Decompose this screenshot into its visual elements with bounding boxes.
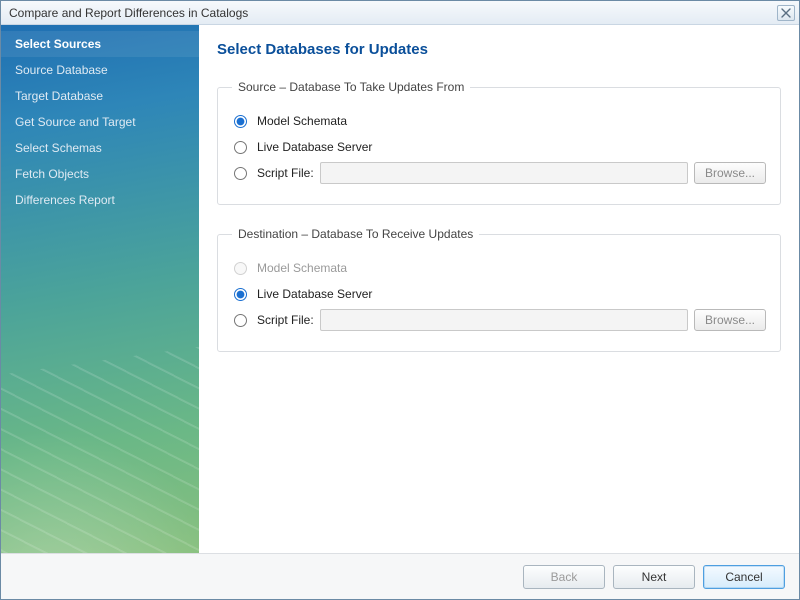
source-label-model: Model Schemata: [257, 114, 347, 128]
sidebar-item-label: Select Schemas: [15, 141, 102, 155]
source-radio-model[interactable]: [234, 115, 247, 128]
sidebar-item-label: Target Database: [15, 89, 103, 103]
source-browse-button: Browse...: [694, 162, 766, 184]
source-option-script-row: Script File: Browse...: [232, 162, 766, 184]
cancel-button[interactable]: Cancel: [703, 565, 785, 589]
destination-option-live-row: Live Database Server: [232, 283, 766, 305]
sidebar-item-label: Differences Report: [15, 193, 115, 207]
source-radio-live[interactable]: [234, 141, 247, 154]
sidebar-item-source-database[interactable]: Source Database: [1, 57, 199, 83]
close-button[interactable]: [777, 5, 795, 21]
source-label-script: Script File:: [257, 166, 314, 180]
source-group-legend: Source – Database To Take Updates From: [232, 80, 470, 94]
destination-script-path-input: [320, 309, 688, 331]
destination-label-script: Script File:: [257, 313, 314, 327]
page-title: Select Databases for Updates: [217, 41, 781, 58]
source-label-live: Live Database Server: [257, 140, 372, 154]
sidebar-item-label: Get Source and Target: [15, 115, 136, 129]
destination-browse-button: Browse...: [694, 309, 766, 331]
sidebar-item-select-schemas[interactable]: Select Schemas: [1, 135, 199, 161]
source-script-path-input: [320, 162, 688, 184]
sidebar-item-select-sources[interactable]: Select Sources: [1, 31, 199, 57]
sidebar-item-target-database[interactable]: Target Database: [1, 83, 199, 109]
sidebar-item-get-source-target[interactable]: Get Source and Target: [1, 109, 199, 135]
destination-radio-live[interactable]: [234, 288, 247, 301]
destination-group: Destination – Database To Receive Update…: [217, 227, 781, 352]
source-group: Source – Database To Take Updates From M…: [217, 80, 781, 205]
titlebar: Compare and Report Differences in Catalo…: [1, 1, 799, 25]
destination-radio-script[interactable]: [234, 314, 247, 327]
source-option-model-row: Model Schemata: [232, 110, 766, 132]
source-option-live-row: Live Database Server: [232, 136, 766, 158]
main-panel: Select Databases for Updates Source – Da…: [199, 25, 799, 553]
wizard-sidebar: Select Sources Source Database Target Da…: [1, 25, 199, 553]
next-button[interactable]: Next: [613, 565, 695, 589]
sidebar-item-label: Source Database: [15, 63, 108, 77]
destination-option-script-row: Script File: Browse...: [232, 309, 766, 331]
destination-label-model: Model Schemata: [257, 261, 347, 275]
destination-option-model-row: Model Schemata: [232, 257, 766, 279]
source-radio-script[interactable]: [234, 167, 247, 180]
window-body: Select Sources Source Database Target Da…: [1, 25, 799, 553]
destination-radio-model: [234, 262, 247, 275]
close-icon: [781, 8, 791, 18]
sidebar-item-differences-report[interactable]: Differences Report: [1, 187, 199, 213]
sidebar-item-fetch-objects[interactable]: Fetch Objects: [1, 161, 199, 187]
back-button: Back: [523, 565, 605, 589]
sidebar-item-label: Fetch Objects: [15, 167, 89, 181]
window-title: Compare and Report Differences in Catalo…: [9, 6, 777, 20]
sidebar-item-label: Select Sources: [15, 37, 101, 51]
wizard-footer: Back Next Cancel: [1, 553, 799, 599]
wizard-window: Compare and Report Differences in Catalo…: [0, 0, 800, 600]
destination-group-legend: Destination – Database To Receive Update…: [232, 227, 479, 241]
destination-label-live: Live Database Server: [257, 287, 372, 301]
